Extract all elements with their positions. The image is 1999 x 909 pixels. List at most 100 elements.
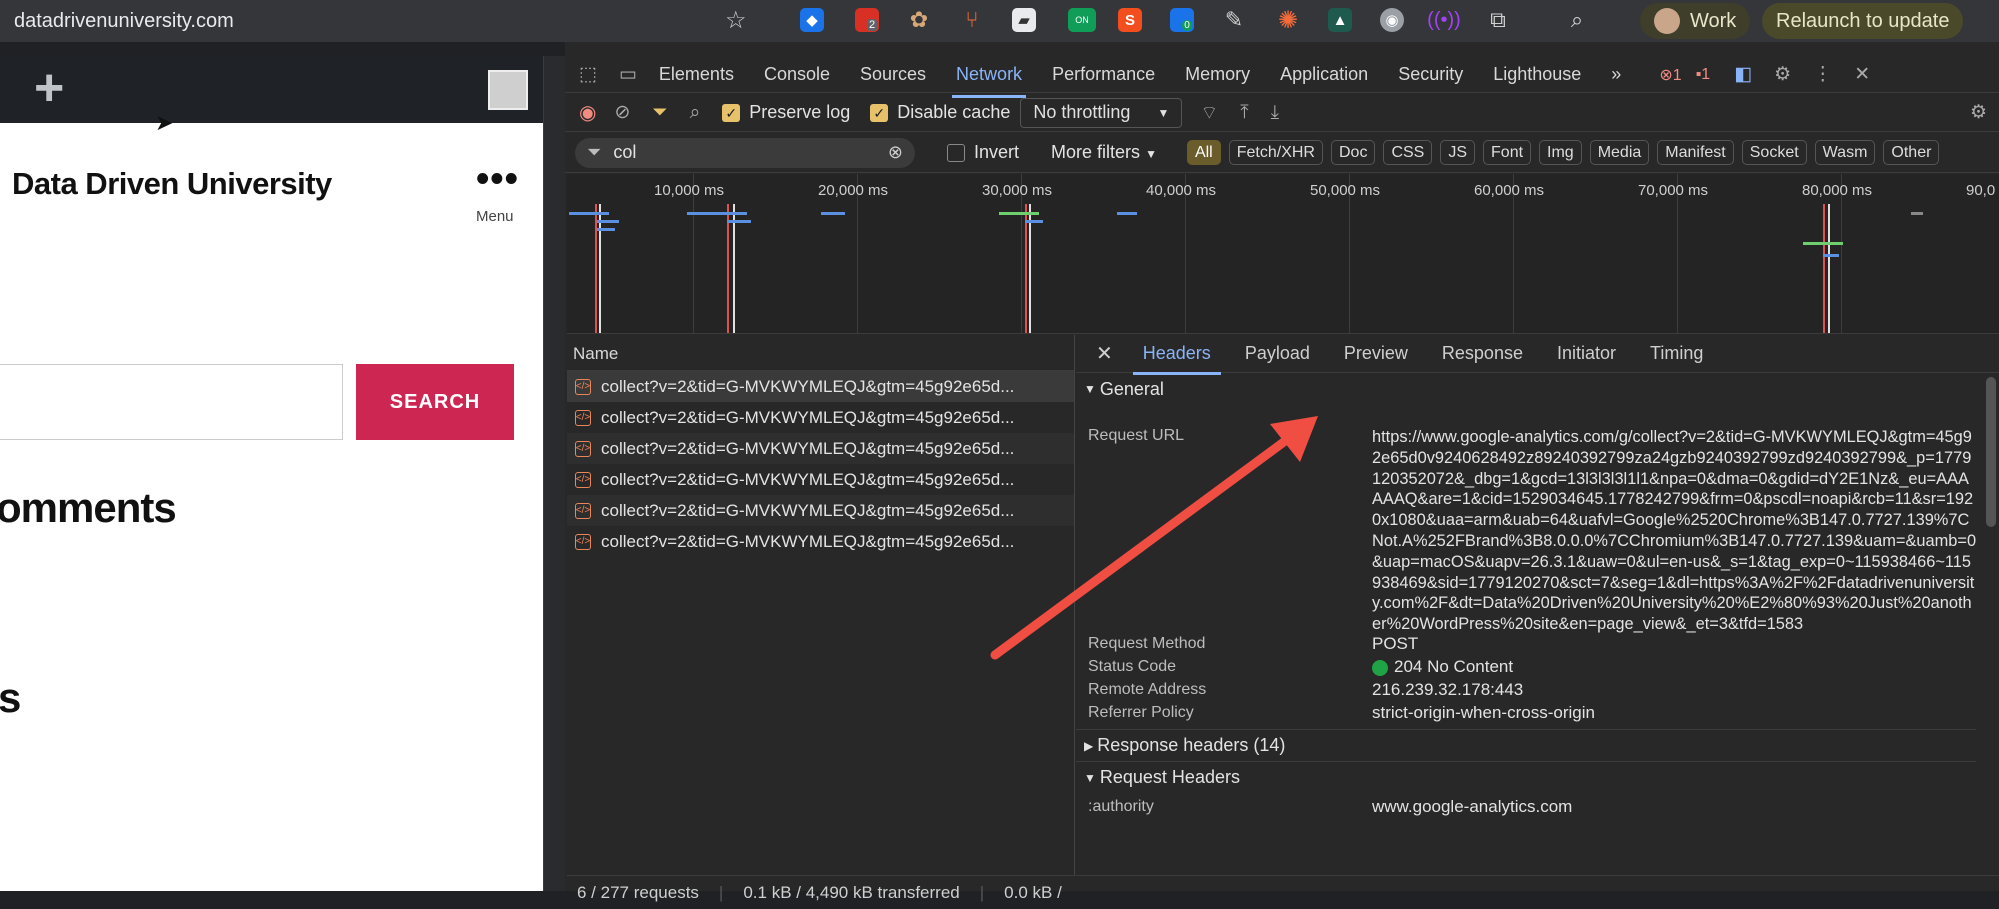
tab-headers[interactable]: Headers <box>1132 343 1221 375</box>
git-extension-icon[interactable]: ⑂ <box>960 7 984 32</box>
timeline-request-bar <box>1117 212 1137 215</box>
chip-css[interactable]: CSS <box>1383 140 1433 165</box>
search-button[interactable]: SEARCH <box>356 364 514 440</box>
more-options-icon[interactable]: ⋮ <box>1813 63 1832 86</box>
user-avatar[interactable] <box>488 70 528 110</box>
puzzle-extensions-icon[interactable]: ⧉ <box>1486 7 1510 32</box>
throttling-select[interactable]: No throttling ▼ <box>1020 97 1183 128</box>
tab-elements[interactable]: Elements <box>659 58 734 91</box>
response-headers-section[interactable]: ▶ Response headers (14) <box>1076 729 1976 761</box>
request-row[interactable]: </> collect?v=2&tid=G-MVKWYMLEQJ&gtm=45g9… <box>567 526 1074 557</box>
site-title[interactable]: Data Driven University <box>12 166 332 202</box>
devtools-splitter[interactable] <box>543 56 565 891</box>
tag-extension-icon[interactable]: ◆ <box>800 8 824 32</box>
tab-initiator[interactable]: Initiator <box>1557 343 1616 364</box>
on-extension-icon[interactable]: ON <box>1068 8 1096 32</box>
globe-extension-icon[interactable]: ◉ <box>1380 8 1404 32</box>
request-row[interactable]: </> collect?v=2&tid=G-MVKWYMLEQJ&gtm=45g9… <box>567 495 1074 526</box>
chip-fetch-xhr[interactable]: Fetch/XHR <box>1228 140 1323 165</box>
tab-application[interactable]: Application <box>1280 58 1368 91</box>
close-devtools-icon[interactable]: ✕ <box>1854 63 1870 86</box>
plus-icon[interactable]: + <box>34 62 64 114</box>
request-row[interactable]: </> collect?v=2&tid=G-MVKWYMLEQJ&gtm=45g9… <box>567 433 1074 464</box>
disable-cache-checkbox[interactable]: ✓ Disable cache <box>870 102 1010 123</box>
chip-font[interactable]: Font <box>1483 140 1532 165</box>
chip-socket[interactable]: Socket <box>1741 140 1807 165</box>
name-column-header[interactable]: Name <box>567 335 1074 371</box>
tab-lighthouse[interactable]: Lighthouse <box>1493 58 1581 91</box>
address-bar[interactable]: datadrivenuniversity.com <box>14 10 234 33</box>
more-tabs-icon[interactable]: » <box>1611 58 1621 91</box>
chip-wasm[interactable]: Wasm <box>1814 140 1876 165</box>
tab-response[interactable]: Response <box>1442 343 1523 364</box>
tab-preview[interactable]: Preview <box>1344 343 1408 364</box>
s-extension-icon[interactable]: S <box>1118 8 1142 32</box>
ai-assistant-icon[interactable]: ◧ <box>1734 63 1752 86</box>
burst-extension-icon[interactable]: ✺ <box>1276 7 1300 34</box>
filter-icon[interactable]: ⏷ <box>652 102 667 124</box>
menu-dots-icon[interactable]: ••• <box>476 158 519 201</box>
network-conditions-icon[interactable]: ⌔ <box>1200 101 1218 125</box>
relaunch-button[interactable]: Relaunch to update <box>1762 3 1964 39</box>
device-toolbar-icon[interactable]: ▭ <box>619 63 637 86</box>
chip-manifest[interactable]: Manifest <box>1657 140 1734 165</box>
clear-icon[interactable]: ⊘ <box>614 101 630 124</box>
triangle-down-icon: ▼ <box>1084 382 1096 396</box>
calendar-extension-icon[interactable]: 2 <box>855 8 879 32</box>
chip-media[interactable]: Media <box>1589 140 1650 165</box>
request-row[interactable]: </> collect?v=2&tid=G-MVKWYMLEQJ&gtm=45g9… <box>567 464 1074 495</box>
checkbox-checked-icon: ✓ <box>722 104 741 123</box>
profile-button[interactable]: Work <box>1640 3 1751 39</box>
search-input[interactable] <box>0 364 343 440</box>
import-har-icon[interactable]: ⤒ <box>1240 102 1248 124</box>
tab-timing[interactable]: Timing <box>1650 343 1703 364</box>
filter-input[interactable]: ⏷ col ⊗ <box>575 137 915 168</box>
chip-other[interactable]: Other <box>1883 140 1940 165</box>
tab-sources[interactable]: Sources <box>860 58 926 91</box>
bookmark-star-icon[interactable]: ☆ <box>725 6 747 35</box>
timeline-request-bar <box>727 220 751 223</box>
chip-img[interactable]: Img <box>1539 140 1582 165</box>
invert-checkbox[interactable]: Invert <box>947 142 1019 163</box>
request-row[interactable]: </> collect?v=2&tid=G-MVKWYMLEQJ&gtm=45g9… <box>567 402 1074 433</box>
errors-counter[interactable]: ⊗1 <box>1659 65 1681 85</box>
funnel-icon: ⏷ <box>587 142 602 162</box>
chip-all[interactable]: All <box>1186 140 1221 165</box>
chip-doc[interactable]: Doc <box>1330 140 1376 165</box>
tab-console[interactable]: Console <box>764 58 830 91</box>
network-settings-icon[interactable]: ⚙ <box>1970 101 1987 124</box>
extension-badge-on: ON <box>1075 15 1089 25</box>
tab-memory[interactable]: Memory <box>1185 58 1250 91</box>
request-type-icon: </> <box>575 440 591 457</box>
inspect-element-icon[interactable]: ⬚ <box>579 63 597 86</box>
issues-counter[interactable]: ▪1 <box>1696 66 1711 84</box>
request-row[interactable]: </> collect?v=2&tid=G-MVKWYMLEQJ&gtm=45g9… <box>567 371 1074 402</box>
preserve-log-checkbox[interactable]: ✓ Preserve log <box>722 102 850 123</box>
eyedropper-extension-icon[interactable]: ✎ <box>1222 7 1246 32</box>
tab-network[interactable]: Network <box>952 58 1027 98</box>
settings-gear-icon[interactable]: ⚙ <box>1774 63 1791 86</box>
export-har-icon[interactable]: ⤓ <box>1271 102 1279 124</box>
chip-js[interactable]: JS <box>1440 140 1476 165</box>
tagassist-extension-icon[interactable]: 0 <box>1170 8 1194 32</box>
general-section-header[interactable]: ▼ General <box>1076 373 1999 405</box>
eraser-extension-icon[interactable]: ▰ <box>1012 8 1036 32</box>
tab-performance[interactable]: Performance <box>1052 58 1155 91</box>
request-name: collect?v=2&tid=G-MVKWYMLEQJ&gtm=45g92e6… <box>601 500 1015 520</box>
cookie-extension-icon[interactable]: ✿ <box>907 7 931 32</box>
request-headers-section[interactable]: ▼ Request Headers <box>1076 761 1976 793</box>
signal-extension-icon[interactable]: ((•)) <box>1427 8 1461 32</box>
tab-payload[interactable]: Payload <box>1245 343 1310 364</box>
tab-security[interactable]: Security <box>1398 58 1463 91</box>
network-overview-timeline[interactable]: 10,000 ms 20,000 ms 30,000 ms 40,000 ms … <box>567 174 1999 334</box>
more-filters-dropdown[interactable]: More filters ▼ <box>1051 142 1157 163</box>
search-icon[interactable]: ⌕ <box>690 102 701 124</box>
timeline-tick: 50,000 ms <box>1310 182 1381 199</box>
nature-extension-icon[interactable]: ▲ <box>1328 8 1352 32</box>
record-stop-icon[interactable]: ◉ <box>579 100 596 125</box>
details-scrollbar[interactable] <box>1986 377 1996 527</box>
tab-search-icon[interactable]: ⌕ <box>1565 7 1589 32</box>
clear-filter-icon[interactable]: ⊗ <box>888 142 903 163</box>
menu-label[interactable]: Menu <box>476 208 514 225</box>
close-details-icon[interactable]: ✕ <box>1096 341 1113 366</box>
